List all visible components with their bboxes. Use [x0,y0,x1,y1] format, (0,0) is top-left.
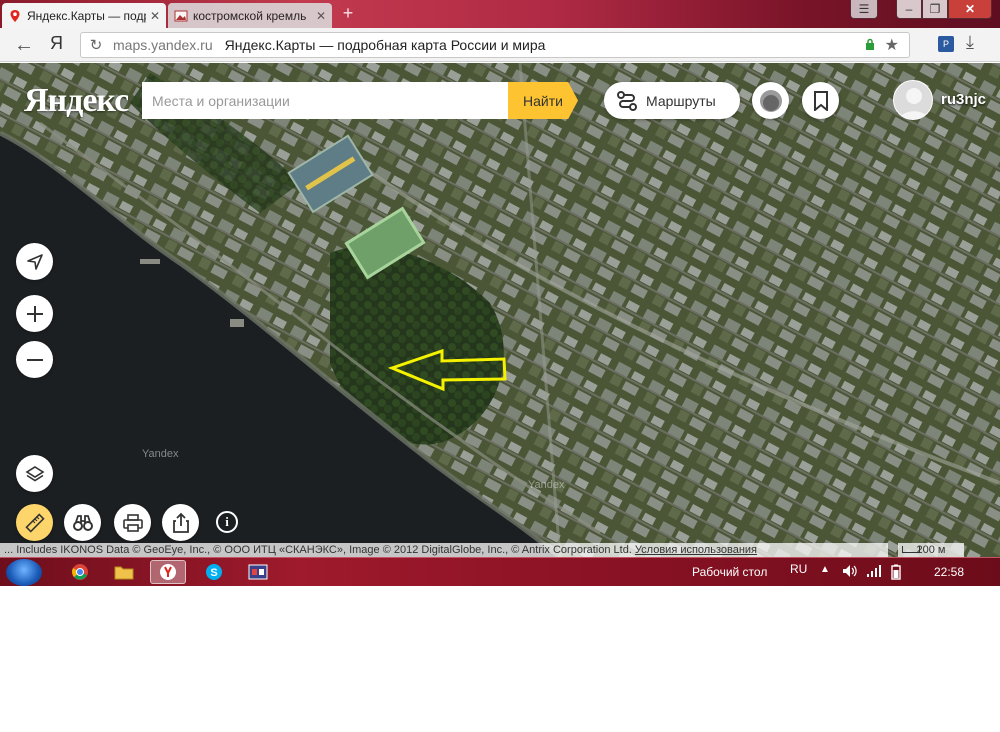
yandex-home-button[interactable]: Я [50,33,63,54]
routes-button[interactable]: Маршруты [604,82,740,119]
yandex-logo[interactable]: Яндекс [24,82,129,120]
close-window-icon[interactable]: ✕ [948,0,992,19]
panorama-button[interactable] [64,504,101,541]
share-icon [172,512,189,533]
address-bar[interactable]: ↻ maps.yandex.ru Яндекс.Карты — подробна… [80,32,910,58]
bookmark-icon [813,90,828,111]
satellite-map[interactable]: Яндекс Найти Маршруты ru3njc [0,63,1000,557]
folder-icon [114,566,134,580]
search-button[interactable]: Найти [508,82,578,119]
copyright-text: ... Includes IKONOS Data © GeoEye, Inc.,… [4,544,635,556]
user-icon [899,88,929,119]
back-arrow-icon[interactable]: ← [14,34,34,57]
battery-icon[interactable] [890,564,902,580]
route-icon [617,90,637,111]
terms-of-use-link[interactable]: Условия использования [635,544,757,556]
info-icon[interactable]: i [216,511,238,533]
traffic-button[interactable] [752,82,789,119]
desktop-toolbar-label[interactable]: Рабочий стол [692,565,767,579]
new-tab-button[interactable]: + [338,4,358,23]
skype-icon: S [206,564,222,580]
viewer-icon [248,564,268,580]
taskbar-skype[interactable]: S [196,560,232,584]
tab-yandex-maps[interactable]: Яндекс.Карты — подр ✕ [2,3,166,28]
search-input[interactable] [142,82,508,119]
browser-toolbar: ← Я ↻ maps.yandex.ru Яндекс.Карты — подр… [0,28,1000,62]
svg-text:S: S [210,567,217,579]
printer-icon [122,513,143,532]
map-watermark: Yandex [142,448,179,460]
language-indicator[interactable]: RU [790,562,807,576]
extension-icon[interactable]: P [938,36,954,52]
clock[interactable]: 22:58 [934,565,964,579]
map-watermark: Yandex [528,479,565,491]
close-tab-icon[interactable]: ✕ [150,9,160,23]
routes-label: Маршруты [646,92,716,109]
browser-tab-strip: Яндекс.Карты — подр ✕ костромской кремль… [0,0,1000,28]
taskbar-yandex-browser[interactable] [150,560,186,584]
taskbar-chrome[interactable] [62,560,98,584]
browser-menu-icon[interactable]: ☰ [850,0,878,19]
avatar[interactable] [893,80,933,120]
tab-title: костромской кремль [193,8,307,23]
taskbar: S Рабочий стол RU ▲ 22:58 [0,557,1000,586]
traffic-icon [759,89,782,112]
download-icon[interactable]: ⤓ [966,32,974,53]
page-title: Яндекс.Карты — подробная карта России и … [224,37,546,53]
tray-expand-icon[interactable]: ▲ [820,564,830,575]
layers-button[interactable] [16,455,53,492]
navigation-arrow-icon [26,253,43,270]
zoom-out-button[interactable] [16,341,53,378]
share-button[interactable] [162,504,199,541]
tab-title: Яндекс.Карты — подр [27,8,146,23]
minus-icon [26,358,43,361]
map-scale: 200 м [898,543,964,557]
url-host: maps.yandex.ru [113,37,213,53]
chrome-icon [72,564,88,580]
taskbar-explorer[interactable] [106,560,142,584]
yandex-browser-icon [160,564,176,580]
volume-icon[interactable] [842,564,858,578]
tab-kremlin-search[interactable]: костромской кремль ✕ [168,3,332,28]
geolocation-button[interactable] [16,243,53,280]
zoom-in-button[interactable] [16,295,53,332]
lock-icon [866,38,874,50]
bookmark-button[interactable] [802,82,839,119]
minimize-icon[interactable]: – [896,0,922,19]
close-tab-icon[interactable]: ✕ [316,9,326,23]
binoculars-icon [72,514,93,531]
network-signal-icon[interactable] [866,564,882,578]
print-button[interactable] [114,504,151,541]
screen: Яндекс.Карты — подр ✕ костромской кремль… [0,0,1000,586]
copyright-notice: ... Includes IKONOS Data © GeoEye, Inc.,… [0,543,888,557]
start-button[interactable] [6,559,42,586]
layers-icon [24,465,45,481]
plus-icon [26,305,43,322]
ruler-button[interactable] [16,504,53,541]
taskbar-image-viewer[interactable] [240,560,276,584]
image-icon [174,10,188,21]
maximize-icon[interactable]: ❐ [922,0,948,19]
username[interactable]: ru3njc [941,91,986,108]
map-pin-icon [10,9,20,22]
bookmark-star-icon[interactable]: ★ [885,35,899,55]
ruler-icon [24,512,45,533]
reload-icon[interactable]: ↻ [85,36,107,54]
satellite-imagery [0,63,1000,557]
